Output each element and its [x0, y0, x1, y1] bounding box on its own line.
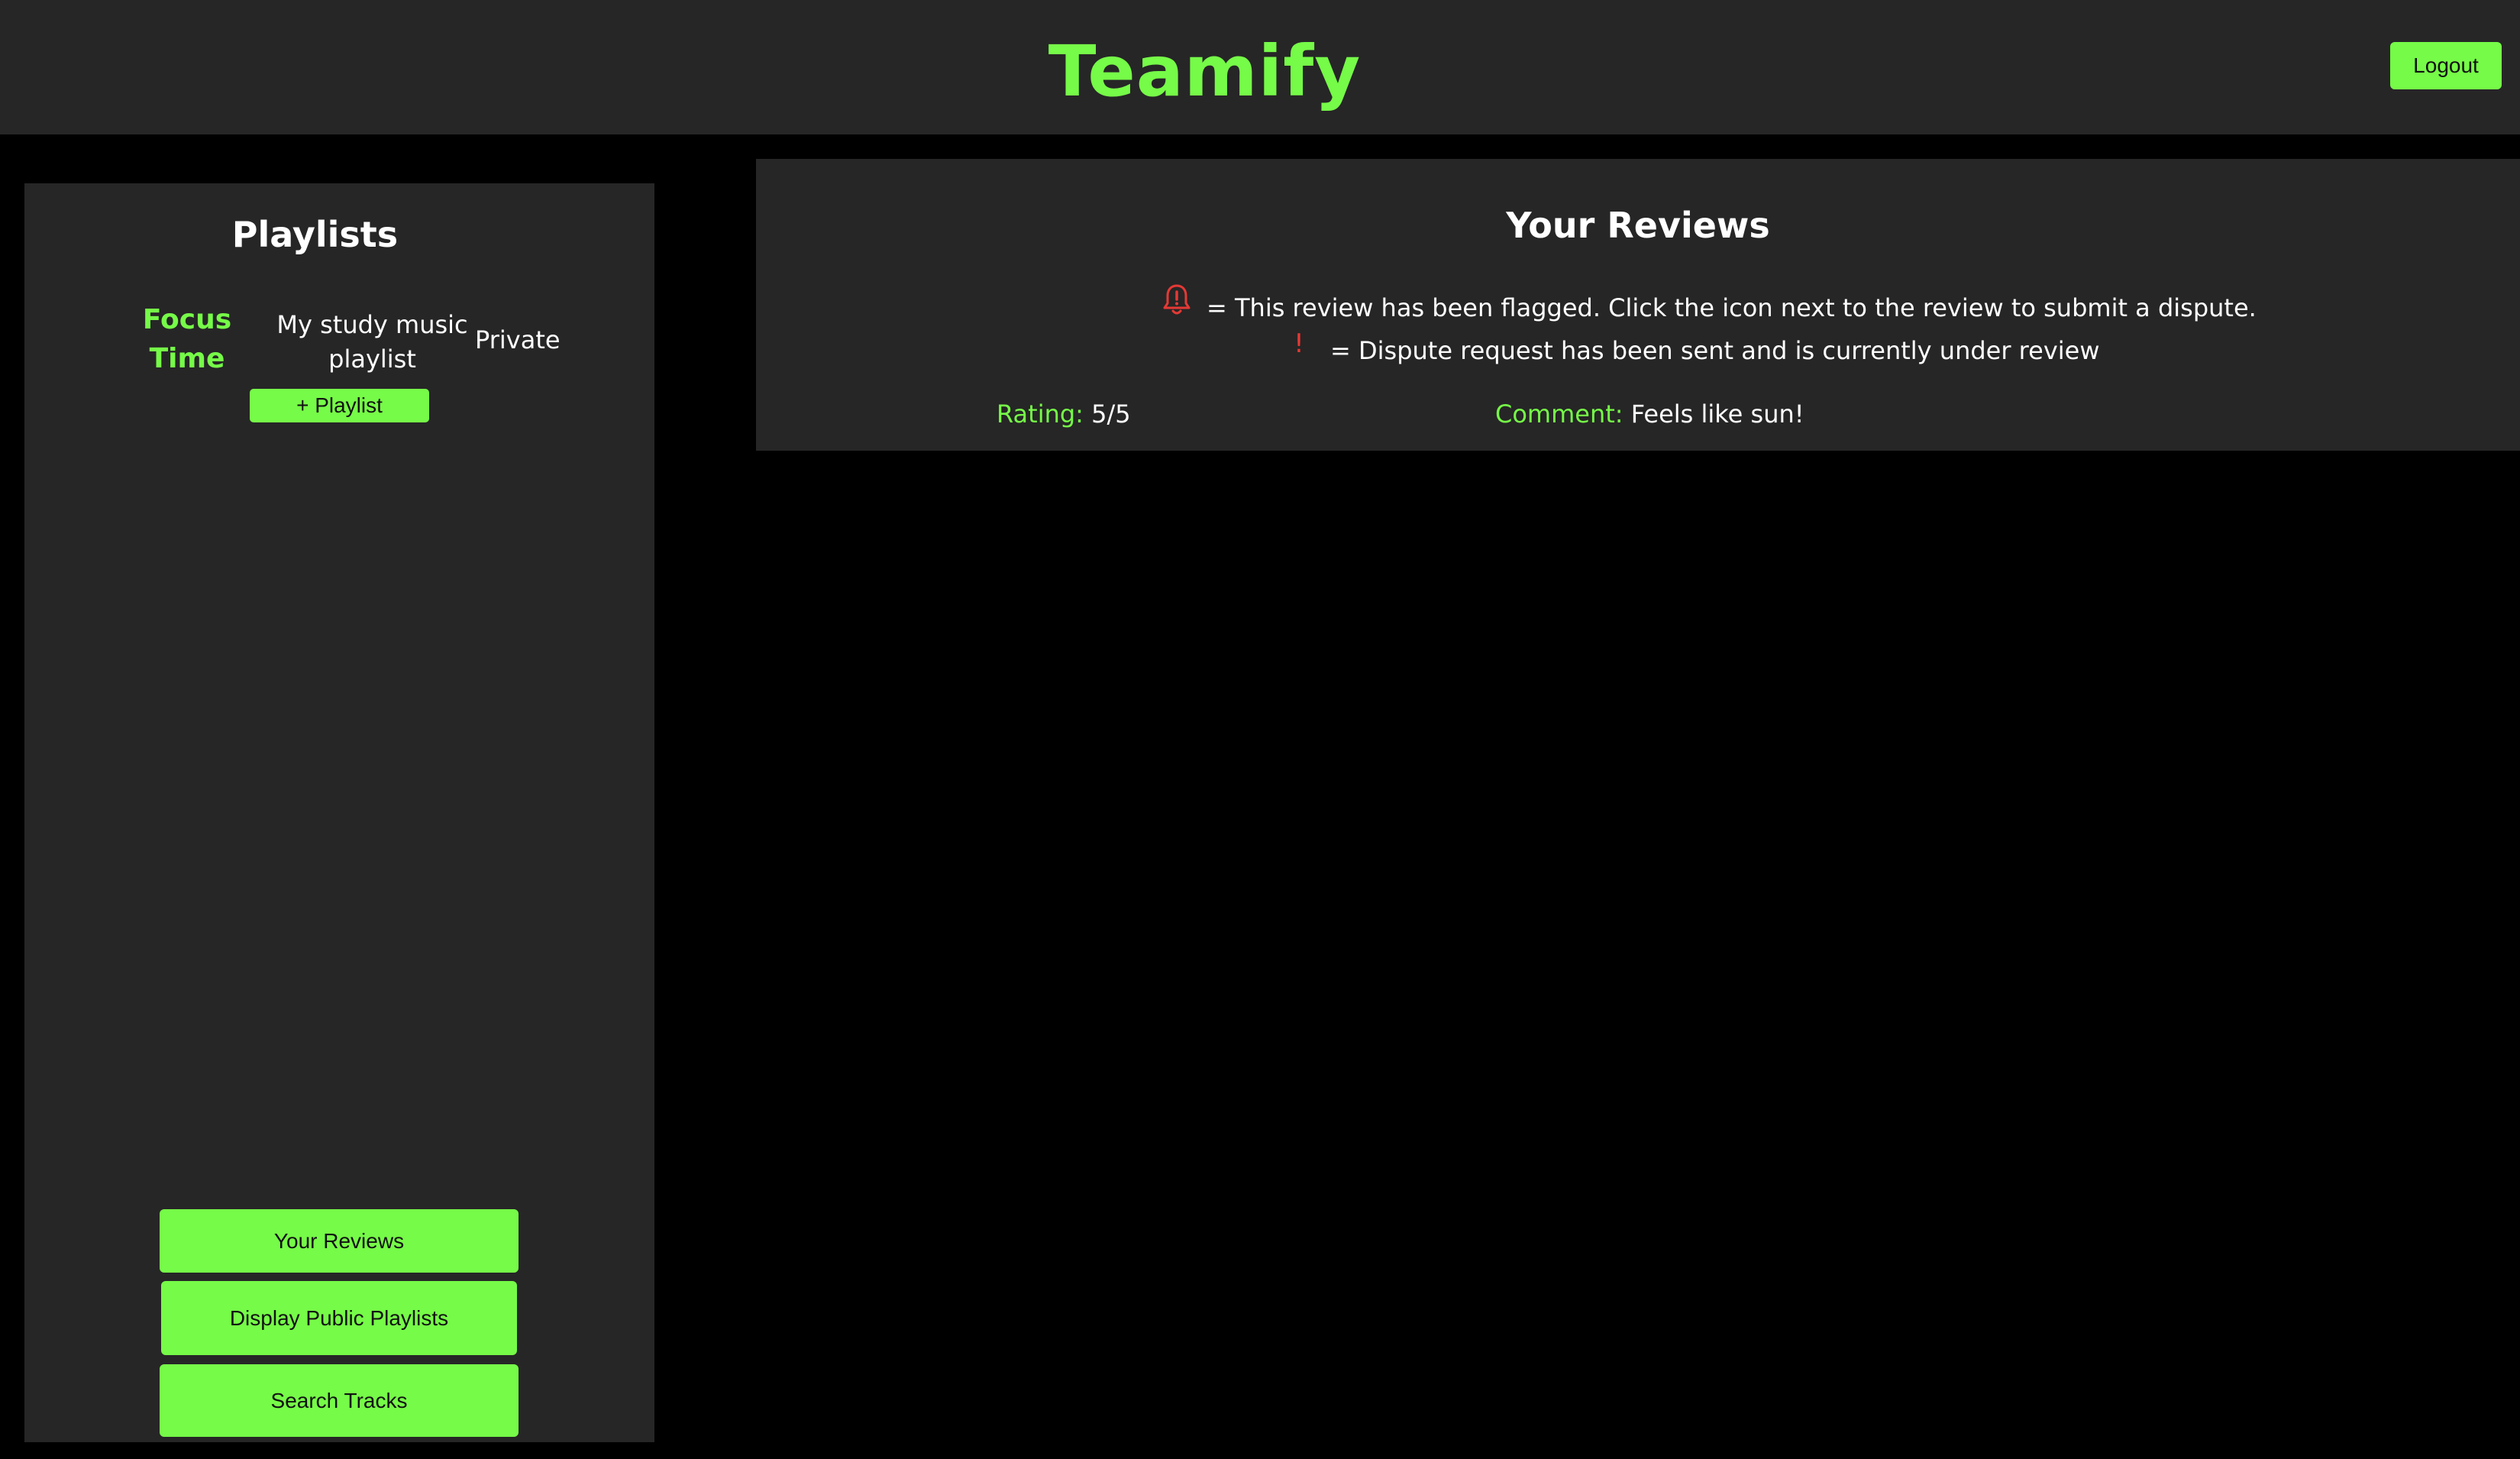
sidebar-title: Playlists	[231, 214, 399, 255]
display-public-playlists-button[interactable]: Display Public Playlists	[161, 1281, 517, 1355]
playlist-visibility: Private	[475, 325, 561, 354]
review-rating: Rating: 5/5	[997, 400, 1131, 429]
comment-value: Feels like sun!	[1630, 400, 1804, 429]
logout-button[interactable]: Logout	[2390, 42, 2502, 89]
review-comment: Comment: Feels like sun!	[1495, 400, 1804, 429]
playlist-description: My study music playlist	[276, 310, 468, 374]
reviews-title: Your Reviews	[1506, 205, 1770, 246]
exclamation-icon: !	[1294, 328, 1304, 359]
app-title: Teamify	[1048, 31, 1362, 112]
comment-label: Comment:	[1495, 400, 1623, 429]
rating-value: 5/5	[1091, 400, 1131, 429]
bell-alert-icon	[1163, 284, 1191, 315]
your-reviews-button[interactable]: Your Reviews	[160, 1209, 519, 1273]
rating-label: Rating:	[997, 400, 1084, 429]
flagged-legend-text: = This review has been flagged. Click th…	[1207, 293, 2257, 322]
top-bar: Teamify Logout	[0, 0, 2520, 134]
search-tracks-button[interactable]: Search Tracks	[160, 1364, 519, 1437]
dispute-legend-text: = Dispute request has been sent and is c…	[1330, 336, 2100, 365]
add-playlist-button[interactable]: + Playlist	[250, 389, 429, 422]
playlist-name[interactable]: Focus Time	[140, 300, 234, 378]
